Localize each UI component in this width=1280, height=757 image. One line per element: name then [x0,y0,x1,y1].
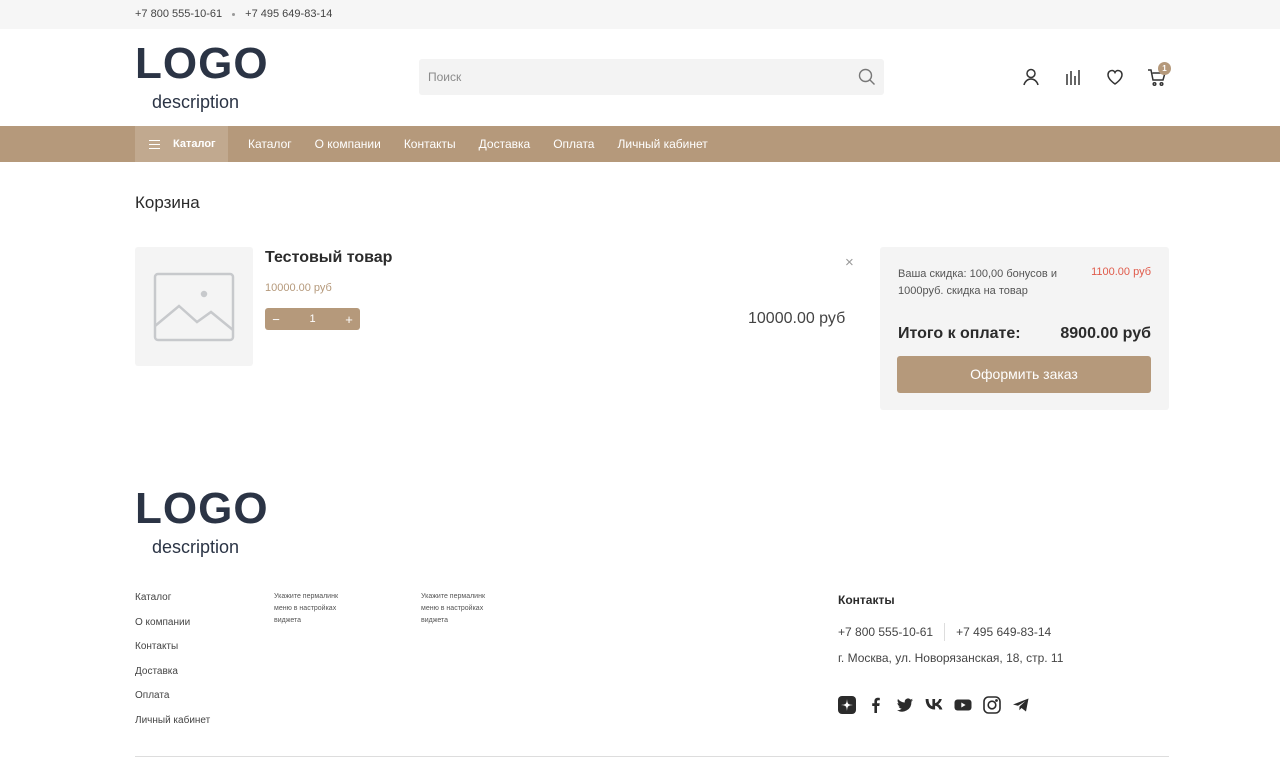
discount-text: Ваша скидка: 100,00 бонусов и 1000руб. с… [898,268,1057,297]
quantity-stepper: − 1 + [265,308,360,330]
quantity-value[interactable]: 1 [287,313,338,325]
top-phone-1[interactable]: +7 800 555-10-61 [135,8,222,20]
social-links [838,696,1041,714]
header-icons: 1 [1020,62,1188,88]
twitter-icon[interactable] [896,696,914,714]
user-icon[interactable] [1020,66,1042,88]
product-image-placeholder[interactable] [135,247,253,366]
youtube-icon[interactable] [954,696,972,714]
footer-link-contacts[interactable]: Контакты [135,641,210,666]
footer-address: г. Москва, ул. Новорязанская, 18, стр. 1… [838,651,1064,665]
nav-item-about[interactable]: О компании [315,137,381,151]
vk-icon[interactable] [925,696,943,714]
footer-link-delivery[interactable]: Доставка [135,666,210,691]
footer-link-catalog[interactable]: Каталог [135,592,210,617]
product-name[interactable]: Тестовый товар [265,249,392,267]
order-summary: Ваша скидка: 100,00 бонусов и 1000руб. с… [880,247,1169,410]
product-unit-price: 10000.00 руб [265,282,332,294]
heart-icon[interactable] [1104,66,1126,88]
header: LOGO description Поиск 1 [0,29,1280,126]
total-value: 8900.00 руб [1060,325,1151,342]
phone-divider [944,623,946,641]
line-total: 10000.00 руб [748,310,846,327]
logo-description: description [152,92,240,112]
footer-link-account[interactable]: Личный кабинет [135,715,210,740]
footer-logo-description: description [152,537,240,557]
top-phones: +7 800 555-10-61 +7 495 649-83-14 [135,8,332,20]
facebook-icon[interactable] [867,696,885,714]
footer-phone-1[interactable]: +7 800 555-10-61 [838,625,933,639]
hamburger-icon [149,139,160,149]
search-input[interactable]: Поиск [419,59,884,95]
page-title: Корзина [135,193,200,212]
footer-phone-2[interactable]: +7 495 649-83-14 [956,625,1051,639]
header-logo[interactable]: LOGO description [135,39,275,113]
nav-item-delivery[interactable]: Доставка [479,137,531,151]
footer-widget-note-2: Укажите пермалинк меню в настройках видж… [421,593,486,624]
footer-phones: +7 800 555-10-61 +7 495 649-83-14 [838,623,1051,641]
nav-item-catalog[interactable]: Каталог [248,137,292,151]
cart-icon[interactable]: 1 [1146,62,1171,88]
main-nav: Каталог Каталог О компании Контакты Дост… [0,126,1280,162]
logo-text: LOGO [135,39,269,88]
nav-item-contacts[interactable]: Контакты [404,137,456,151]
compare-icon[interactable] [1062,66,1084,88]
footer-link-payment[interactable]: Оплата [135,690,210,715]
footer-menu: Каталог О компании Контакты Доставка Опл… [135,592,210,739]
search-icon[interactable] [858,68,876,86]
nav-item-payment[interactable]: Оплата [553,137,594,151]
nav-item-account[interactable]: Личный кабинет [617,137,707,151]
footer-link-about[interactable]: О компании [135,617,210,642]
remove-item-button[interactable]: × [845,254,854,271]
footer-widget-note-1: Укажите пермалинк меню в настройках видж… [274,593,339,624]
checkout-button[interactable]: Оформить заказ [897,356,1151,393]
top-bar: +7 800 555-10-61 +7 495 649-83-14 [0,0,1280,29]
footer-logo-text: LOGO [135,484,269,533]
quantity-increase-button[interactable]: + [338,312,360,327]
footer-contacts-title: Контакты [838,593,895,607]
catalog-menu-button[interactable]: Каталог [135,126,228,162]
top-phone-2[interactable]: +7 495 649-83-14 [245,8,332,20]
search-placeholder: Поиск [428,70,462,84]
discount-value: 1100.00 руб [1091,266,1151,278]
telegram-icon[interactable] [1012,696,1030,714]
image-placeholder-icon [153,272,235,342]
total-label: Итого к оплате: [898,325,1021,342]
nav-menu: Каталог О компании Контакты Доставка Опл… [248,137,731,151]
phone-separator-dot [232,12,236,16]
quantity-decrease-button[interactable]: − [265,312,287,327]
instagram-icon[interactable] [983,696,1001,714]
footer-logo[interactable]: LOGO description [135,484,275,558]
cart-count-badge: 1 [1158,62,1171,75]
catalog-menu-label: Каталог [173,138,216,150]
yandex-zen-icon[interactable] [838,696,856,714]
